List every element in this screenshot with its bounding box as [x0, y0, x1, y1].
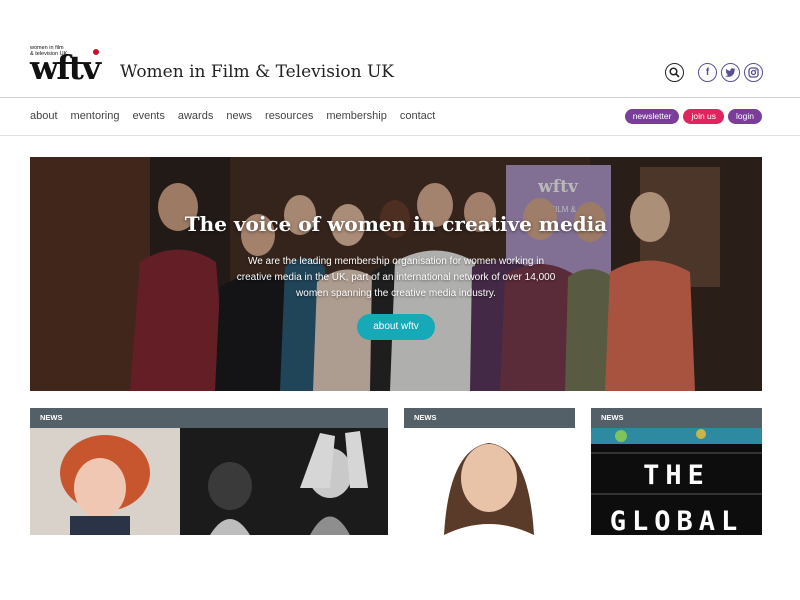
header-icons: f	[665, 63, 763, 82]
org-name: Women in Film & Television UK	[120, 62, 395, 82]
card-image-text-the: THE	[643, 460, 710, 491]
card-image-text-global: GLOBAL	[609, 506, 744, 535]
main-nav: about mentoring events awards news resou…	[30, 110, 435, 122]
site-header: women in film & television UK wftv Women…	[0, 0, 800, 98]
news-tag: NEWS	[404, 408, 575, 428]
news-card[interactable]: NEWS	[404, 408, 575, 535]
news-card-image: THE GLOBAL	[591, 428, 762, 535]
nav-news[interactable]: news	[226, 110, 252, 122]
hero-subtitle: We are the leading membership organisati…	[236, 256, 556, 299]
news-tag: NEWS	[591, 408, 762, 428]
action-buttons: newsletter join us login	[624, 109, 762, 124]
nav-mentoring[interactable]: mentoring	[71, 110, 120, 122]
nav-resources[interactable]: resources	[265, 110, 313, 122]
news-tag: NEWS	[30, 408, 388, 428]
nav-divider	[0, 135, 800, 136]
logo-dot	[93, 49, 99, 55]
news-card[interactable]: NEWS THE GLOBAL	[591, 408, 762, 535]
nav-events[interactable]: events	[132, 110, 164, 122]
login-button[interactable]: login	[728, 109, 762, 124]
instagram-icon[interactable]	[744, 63, 763, 82]
facebook-icon[interactable]: f	[698, 63, 717, 82]
header-divider	[0, 97, 800, 98]
site-logo[interactable]: women in film & television UK wftv Women…	[30, 45, 395, 87]
newsletter-button[interactable]: newsletter	[624, 109, 680, 124]
news-card-image	[30, 428, 388, 535]
about-wftv-button[interactable]: about wftv	[357, 314, 435, 340]
news-card-image	[404, 428, 575, 535]
search-icon[interactable]	[665, 63, 684, 82]
join-us-button[interactable]: join us	[683, 109, 725, 124]
twitter-icon[interactable]	[721, 63, 740, 82]
nav-contact[interactable]: contact	[400, 110, 435, 122]
nav-awards[interactable]: awards	[178, 110, 213, 122]
hero-title: The voice of women in creative media	[184, 212, 608, 236]
news-card[interactable]: NEWS	[30, 408, 388, 535]
logo-wordmark: wftv	[30, 48, 101, 87]
facebook-glyph: f	[705, 67, 710, 78]
hero-banner: wftv IN FILM & The voice of women in cre…	[30, 157, 762, 391]
nav-about[interactable]: about	[30, 110, 58, 122]
logo-mark: women in film & television UK wftv	[30, 45, 116, 87]
nav-membership[interactable]: membership	[326, 110, 387, 122]
